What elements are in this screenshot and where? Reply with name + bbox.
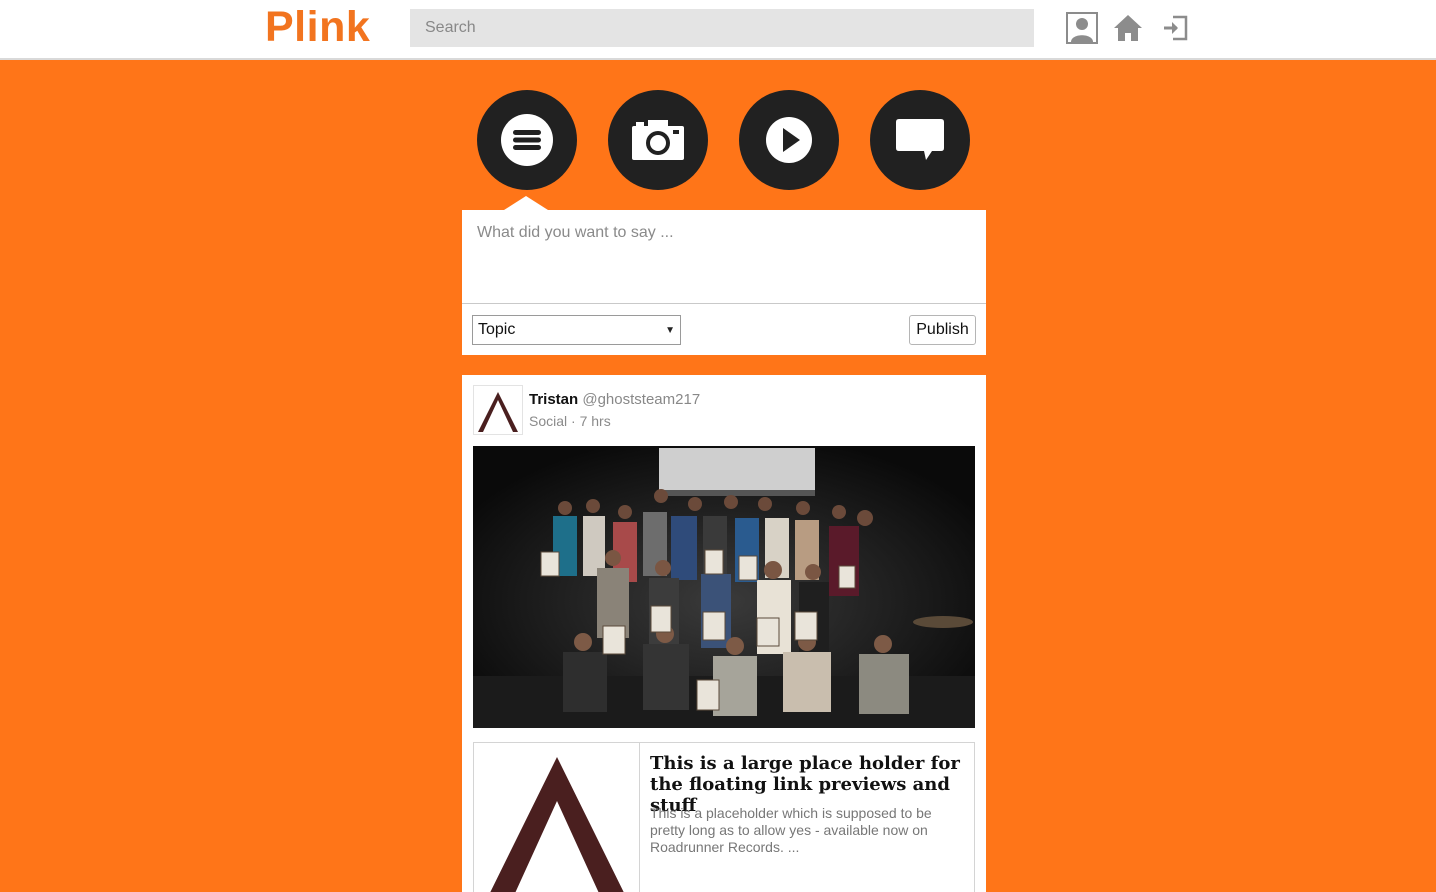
- chevron-down-icon: ▼: [665, 324, 675, 336]
- home-icon[interactable]: [1111, 11, 1145, 45]
- link-preview-thumbnail: [474, 743, 640, 892]
- profile-icon[interactable]: [1065, 11, 1099, 45]
- logout-icon[interactable]: [1158, 11, 1192, 45]
- top-navigation-bar: Plink: [0, 0, 1436, 60]
- meta-separator: ·: [571, 413, 576, 429]
- post-photo[interactable]: [473, 446, 975, 728]
- menu-lines-icon: [501, 114, 553, 166]
- publish-button[interactable]: Publish: [909, 315, 976, 345]
- camera-icon: [632, 120, 684, 160]
- post-card: Tristan @ghoststeam217 Social · 7 hrs Th…: [462, 375, 986, 892]
- speech-bubble-icon: [896, 119, 944, 160]
- post-text-input[interactable]: [462, 210, 986, 304]
- post-topic[interactable]: Social: [529, 413, 567, 429]
- avatar[interactable]: [473, 385, 523, 435]
- photo-post-button[interactable]: [608, 90, 708, 190]
- topic-select-value: Topic: [478, 321, 516, 338]
- play-icon: [766, 117, 812, 163]
- search-input[interactable]: [410, 9, 1034, 47]
- video-post-button[interactable]: [739, 90, 839, 190]
- composer-pointer: [504, 196, 548, 210]
- post-composer: Topic ▼ Publish: [462, 210, 986, 355]
- post-time: 7 hrs: [579, 413, 611, 429]
- author-name[interactable]: Tristan: [529, 391, 578, 408]
- text-post-button[interactable]: [477, 90, 577, 190]
- post-author: Tristan @ghoststeam217: [529, 391, 700, 408]
- author-handle[interactable]: @ghoststeam217: [582, 391, 700, 408]
- chat-post-button[interactable]: [870, 90, 970, 190]
- post-meta: Social · 7 hrs: [529, 413, 611, 429]
- link-preview-card[interactable]: This is a large place holder for the flo…: [473, 742, 975, 892]
- plink-logo[interactable]: Plink: [265, 3, 370, 52]
- topic-select[interactable]: Topic ▼: [472, 315, 681, 345]
- link-preview-description: This is a placeholder which is supposed …: [650, 805, 932, 855]
